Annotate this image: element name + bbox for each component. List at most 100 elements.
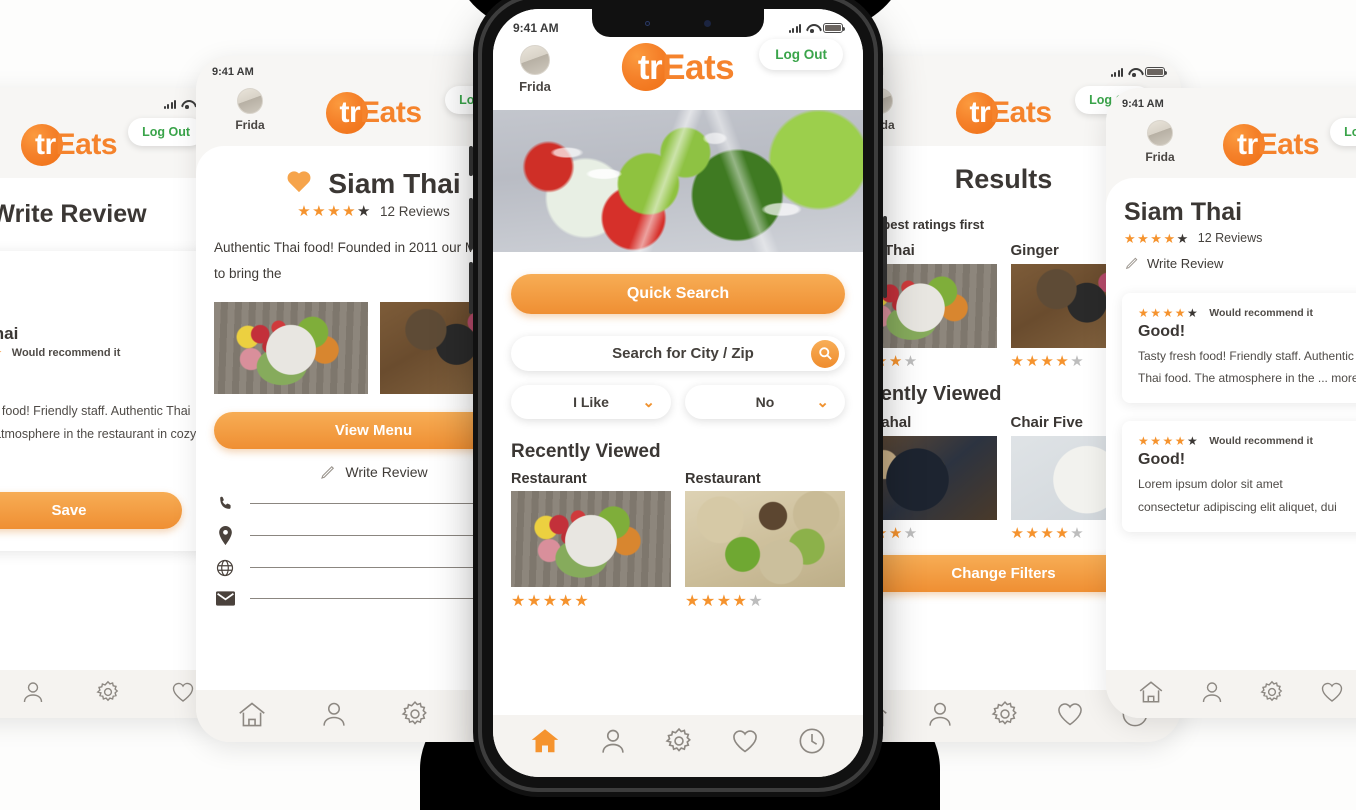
recently-viewed-photo[interactable] [685,491,845,587]
battery-icon [1145,67,1167,77]
status-and-appbar: 9:41 AM Frida trEats Log Out [1106,88,1356,178]
recently-viewed-card[interactable]: Restaurant ★★★★★ [511,471,671,610]
power-button[interactable] [883,216,887,298]
status-bar: 9:41 AM [842,64,1167,80]
nav-gear-icon[interactable] [1260,680,1284,704]
reviews-count: 12 Reviews [1197,231,1263,245]
recommend-label: Would recommend it [11,346,121,359]
nav-gear-icon[interactable] [95,680,120,704]
recently-viewed-card[interactable]: Restaurant ★★★★★ [685,471,845,610]
nav-clock-icon[interactable] [798,727,826,755]
filter-no-select[interactable]: No ⌄ [685,385,845,419]
filter-like-select[interactable]: I Like ⌄ [511,385,671,419]
volume-up-button[interactable] [469,198,473,250]
logo-tr: tr [1236,128,1258,161]
bottom-nav [493,715,863,777]
screen-reviews: 9:41 AM Frida trEats Log Out ✕ [1106,88,1356,718]
recently-viewed-photo[interactable] [511,491,671,587]
write-review-label: Write Review [1147,255,1224,271]
nav-heart-icon[interactable] [1320,681,1344,703]
favorite-heart-icon[interactable] [286,172,312,196]
pencil-icon [1125,257,1138,270]
mute-switch[interactable] [469,146,473,176]
recently-viewed-grid: Restaurant ★★★★★ Restaurant ★★★★★ [511,471,845,610]
phone-icon [214,495,236,512]
nav-person-icon[interactable] [926,700,954,728]
review-body-line2[interactable]: Thai food. The atmosphere in the ... mor… [1138,367,1356,389]
review-editor-card: Frida Siam Thai ★★★★★ Would recommend it… [0,251,216,552]
nav-home-icon[interactable] [530,727,560,755]
nav-person-icon[interactable] [320,700,348,728]
nav-person-icon[interactable] [1200,680,1224,704]
review-item[interactable]: ★★★★★ Would recommend it Good! Tasty fre… [1122,293,1356,404]
recently-viewed-label: Restaurant [511,471,587,487]
avatar [1147,120,1173,146]
nav-gear-icon[interactable] [401,700,429,728]
status-icons [788,23,845,33]
avatar [237,88,263,114]
filter-like-value: I Like [573,394,609,410]
avatar-name: Frida [1145,150,1175,164]
review-body-line2: consectetur adipiscing elit aliquet, dui [1138,499,1337,514]
nav-home-icon[interactable] [237,701,267,728]
logout-button[interactable]: Log Out [1330,118,1356,146]
volume-down-button[interactable] [469,262,473,314]
search-input[interactable]: Search for City / Zip [511,336,845,371]
reviewer-name: Frida [0,298,200,312]
recently-viewed-label: Restaurant [685,471,761,487]
nav-person-icon[interactable] [599,727,627,755]
logout-button[interactable]: Log Out [128,118,204,146]
home-content: Quick Search Search for City / Zip I Lik… [493,252,863,610]
write-review-action[interactable]: Write Review [1124,255,1356,271]
gallery-photo-bowl[interactable] [214,301,368,394]
app-logo: trEats [1222,124,1320,166]
review-body-line1: Lorem ipsum dolor sit amet [1138,477,1283,492]
location-pin-icon [214,525,236,545]
review-heading[interactable]: Good! [0,373,200,394]
avatar-block[interactable]: Frida [513,45,557,94]
wifi-icon [806,24,818,33]
avatar-block[interactable]: Frida [228,88,272,132]
nav-home-icon[interactable] [1138,680,1164,704]
nav-gear-icon[interactable] [665,727,693,755]
search-icon[interactable] [811,339,839,368]
signal-icon [788,23,801,33]
restaurant-name: Siam Thai [328,168,461,199]
status-icons [1110,67,1167,77]
rating-row: ★★★★★ 12 Reviews [1124,231,1356,245]
review-body-line1: Tasty fresh food! Friendly staff. Authen… [1138,349,1354,363]
star-rating[interactable]: ★★★★★ [0,346,4,359]
nav-heart-icon[interactable] [731,728,759,754]
signal-icon [163,99,176,109]
logo-wordmark: trEats [638,50,735,85]
phone-screen: 9:41 AM Frida trEats Log Out Quick Searc… [493,9,863,777]
front-camera-icon [704,19,711,27]
recommend-label: Would recommend it [1209,307,1313,319]
chevron-down-icon: ⌄ [642,394,655,411]
review-rating-row: ★★★★★ Would recommend it [1138,307,1356,319]
logo-eats: Eats [1257,128,1320,161]
speaker-icon [645,20,650,26]
filter-no-value: No [755,394,775,410]
app-logo: trEats [621,43,735,91]
recently-viewed-stars: ★★★★★ [685,593,765,610]
review-rating-row: ★★★★★ Would recommend it [1138,435,1356,447]
star-rating: ★★★★★ [1124,230,1190,246]
status-time: 9:41 AM [1122,98,1164,110]
review-rating-row[interactable]: ★★★★★ Would recommend it [0,346,200,359]
review-item[interactable]: ★★★★★ Would recommend it Good! Lorem ips… [1122,421,1356,532]
save-button[interactable]: Save [0,492,182,530]
logo-wordmark: trEats [969,98,1052,128]
logout-button[interactable]: Log Out [759,39,843,70]
signal-icon [1110,67,1123,77]
recommend-label: Would recommend it [1209,435,1313,448]
review-body[interactable]: Tasty fresh food! Friendly staff. Authen… [0,400,200,446]
nav-person-icon[interactable] [21,680,45,704]
logo-eats: Eats [55,128,118,161]
nav-heart-icon[interactable] [171,681,195,703]
nav-gear-icon[interactable] [991,700,1019,728]
quick-search-button[interactable]: Quick Search [511,274,845,314]
nav-heart-icon[interactable] [1056,701,1084,727]
avatar-block[interactable]: Frida [1138,120,1182,164]
app-bar: Frida trEats Log Out [513,35,843,110]
